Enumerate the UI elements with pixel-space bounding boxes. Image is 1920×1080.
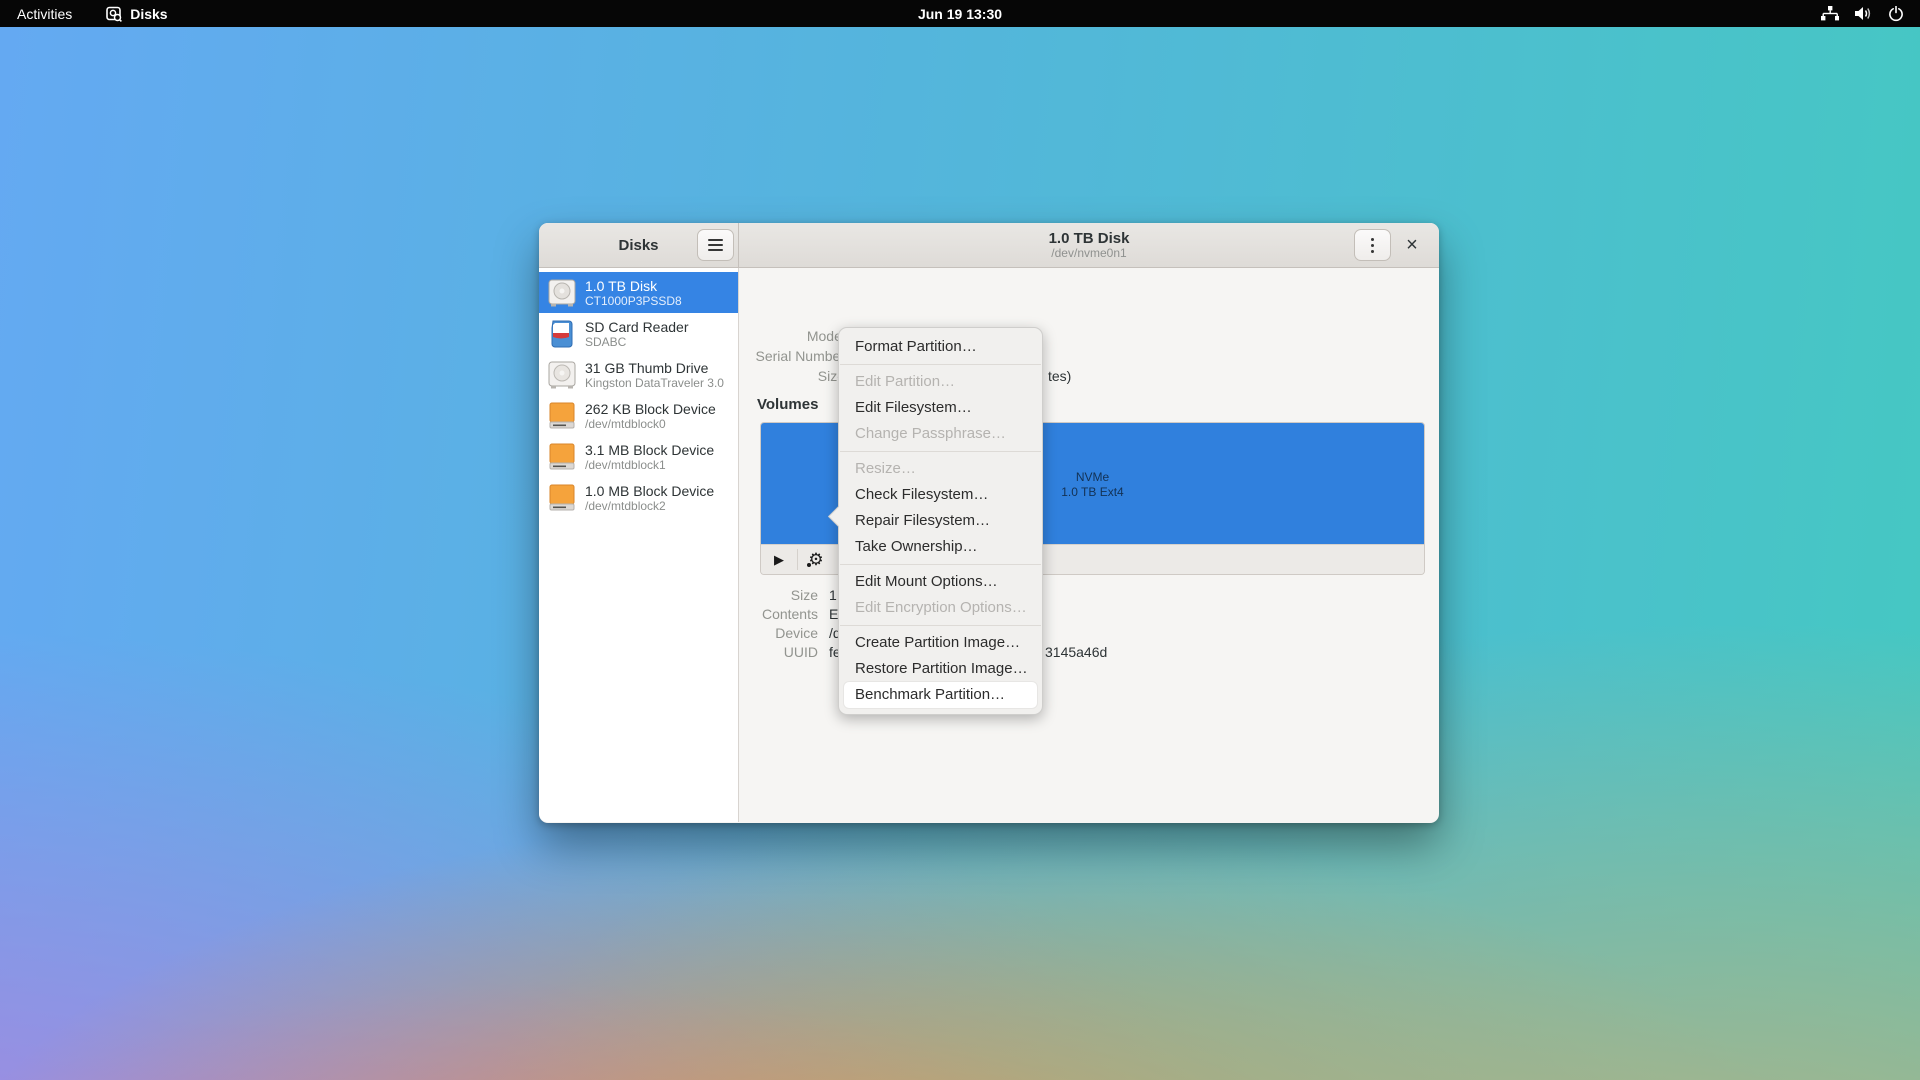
volume-icon[interactable] [1855, 6, 1872, 21]
desktop-background: Activities Disks Jun 19 13:30 [0, 0, 1920, 1080]
partition-name: NVMe [1076, 470, 1109, 485]
device-row-sd-card[interactable]: SD Card Reader SDABC [539, 313, 738, 354]
vol-contents-label: Contents [739, 605, 818, 624]
window-title: 1.0 TB Disk [1049, 230, 1130, 247]
menu-item-create-partition-image[interactable]: Create Partition Image… [839, 630, 1042, 656]
device-title: 31 GB Thumb Drive [585, 360, 724, 376]
close-button[interactable]: × [1397, 231, 1427, 259]
partition-options-button[interactable]: ⚙ [798, 545, 834, 574]
serial-label: Serial Number [739, 346, 845, 366]
mount-button[interactable]: ▶ [761, 545, 797, 574]
device-row-mtdblock1[interactable]: 3.1 MB Block Device /dev/mtdblock1 [539, 436, 738, 477]
main-headerbar[interactable]: 1.0 TB Disk /dev/nvme0n1 × [739, 223, 1439, 268]
menu-separator [840, 364, 1041, 365]
menu-item-restore-partition-image[interactable]: Restore Partition Image… [839, 656, 1042, 682]
device-subtitle: /dev/mtdblock1 [585, 458, 714, 472]
menu-item-check-filesystem[interactable]: Check Filesystem… [839, 482, 1042, 508]
menu-item-take-ownership[interactable]: Take Ownership… [839, 534, 1042, 560]
disks-app-icon [106, 6, 122, 22]
menu-item-format-partition[interactable]: Format Partition… [839, 334, 1042, 360]
device-row-nvme-disk[interactable]: 1.0 TB Disk CT1000P3PSSD8 [539, 272, 738, 313]
window-subtitle: /dev/nvme0n1 [1051, 247, 1126, 260]
device-subtitle: /dev/mtdblock2 [585, 499, 714, 513]
vol-uuid-label: UUID [739, 643, 818, 662]
focused-app-indicator[interactable]: Disks [106, 6, 167, 22]
size-value-fragment: tes) [1048, 366, 1071, 386]
sd-card-icon [547, 319, 577, 349]
vol-size-label: Size [739, 586, 818, 605]
menu-separator [840, 564, 1041, 565]
clock[interactable]: Jun 19 13:30 [0, 6, 1920, 22]
menu-separator [840, 625, 1041, 626]
menu-item-repair-filesystem[interactable]: Repair Filesystem… [839, 508, 1042, 534]
drive-menu-button[interactable] [1354, 229, 1391, 261]
device-row-thumb-drive[interactable]: 31 GB Thumb Drive Kingston DataTraveler … [539, 354, 738, 395]
menu-item-edit-encryption-options: Edit Encryption Options… [839, 595, 1042, 621]
device-row-mtdblock2[interactable]: 1.0 MB Block Device /dev/mtdblock2 [539, 477, 738, 518]
hard-disk-icon [547, 278, 577, 308]
partition-desc: 1.0 TB Ext4 [1061, 485, 1123, 500]
gnome-top-bar: Activities Disks Jun 19 13:30 [0, 0, 1920, 27]
network-wired-icon[interactable] [1821, 6, 1839, 21]
vol-device-label: Device [739, 624, 818, 643]
device-title: SD Card Reader [585, 319, 689, 335]
device-row-mtdblock0[interactable]: 262 KB Block Device /dev/mtdblock0 [539, 395, 738, 436]
disks-window: Disks 1.0 TB Disk /dev/nvme0n1 × [539, 223, 1439, 823]
power-icon[interactable] [1888, 6, 1904, 22]
block-device-icon [547, 442, 577, 472]
menu-item-change-passphrase: Change Passphrase… [839, 421, 1042, 447]
menu-item-benchmark-partition[interactable]: Benchmark Partition… [844, 682, 1037, 708]
size-label: Size [739, 366, 845, 386]
device-subtitle: Kingston DataTraveler 3.0 [585, 376, 724, 390]
sidebar-headerbar: Disks [539, 223, 739, 268]
device-title: 262 KB Block Device [585, 401, 716, 417]
device-title: 1.0 TB Disk [585, 278, 682, 294]
menu-item-edit-mount-options[interactable]: Edit Mount Options… [839, 569, 1042, 595]
focused-app-name: Disks [130, 6, 167, 22]
volumes-heading: Volumes [757, 396, 818, 413]
menu-item-resize: Resize… [839, 456, 1042, 482]
block-device-icon [547, 483, 577, 513]
block-device-icon [547, 401, 577, 431]
model-label: Model [739, 326, 845, 346]
uuid-fragment-right: 3145a46d [1045, 643, 1107, 662]
thumb-drive-icon [547, 360, 577, 390]
volume-info-grid: Size 1.0 Contents Ex Device /d UUID fe 3… [739, 586, 848, 662]
device-list: 1.0 TB Disk CT1000P3PSSD8 SD Card Reader… [539, 268, 739, 822]
menu-item-edit-partition: Edit Partition… [839, 369, 1042, 395]
sidebar-title: Disks [618, 237, 658, 254]
gear-icon-dot [807, 563, 811, 567]
menu-separator [840, 451, 1041, 452]
device-subtitle: CT1000P3PSSD8 [585, 294, 682, 308]
device-subtitle: /dev/mtdblock0 [585, 417, 716, 431]
activities-button[interactable]: Activities [17, 6, 72, 22]
device-title: 3.1 MB Block Device [585, 442, 714, 458]
menu-item-edit-filesystem[interactable]: Edit Filesystem… [839, 395, 1042, 421]
device-subtitle: SDABC [585, 335, 689, 349]
play-icon: ▶ [774, 552, 784, 568]
partition-context-menu: Format Partition… Edit Partition… Edit F… [838, 327, 1043, 715]
device-title: 1.0 MB Block Device [585, 483, 714, 499]
kebab-menu-icon [1371, 238, 1374, 253]
hamburger-icon [708, 239, 723, 251]
app-menu-button[interactable] [697, 229, 734, 261]
